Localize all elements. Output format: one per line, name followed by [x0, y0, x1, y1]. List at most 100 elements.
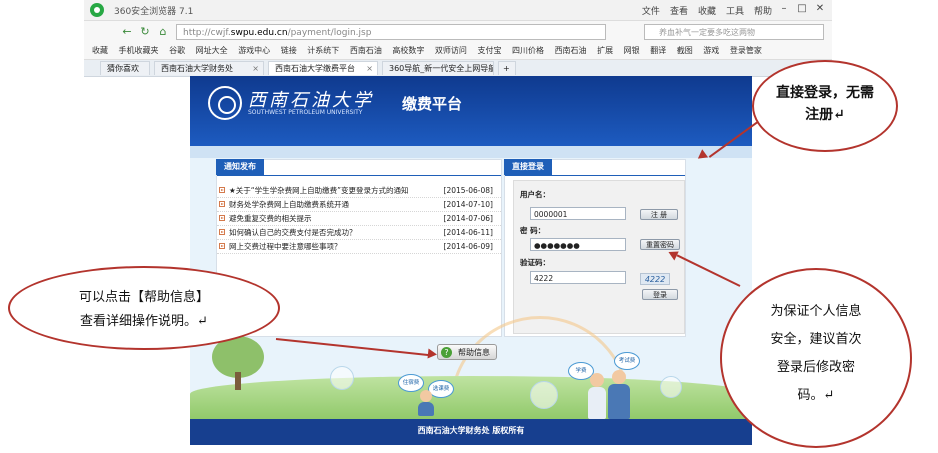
close-icon[interactable]: ✕: [812, 2, 828, 16]
bookmark-tool[interactable]: 截图: [677, 43, 693, 59]
news-list: ★关于“学生学杂费网上自助缴费”变更登录方式的通知 [2015-06-08] 财务…: [217, 184, 501, 254]
annotation-line: 码。↵: [797, 388, 835, 403]
tab-payment-platform[interactable]: 西南石油大学缴费平台 ×: [268, 61, 378, 75]
bookmark-tool[interactable]: 网银: [624, 43, 640, 59]
bullet-arrow-icon: [219, 201, 225, 207]
annotation-security-tip: 为保证个人信息 安全，建议首次 登录后修改密 码。↵: [720, 268, 912, 448]
news-item[interactable]: 网上交费过程中要注意哪些事项？ [2014-06-09]: [217, 240, 501, 254]
panel-divider: [217, 175, 501, 176]
student-figure: [420, 390, 432, 402]
bookmark-tool[interactable]: 登录管家: [730, 43, 762, 59]
back-icon[interactable]: ←: [120, 25, 134, 39]
news-date: [2014-07-10]: [443, 200, 493, 209]
login-form: 用户名： 0000001 注 册 密 码： ●●●●●●● 重置密码 验证码： …: [513, 180, 685, 334]
login-panel-title: 直接登录: [504, 159, 552, 175]
bullet-arrow-icon: [219, 243, 225, 249]
password-input[interactable]: ●●●●●●●: [530, 238, 626, 251]
help-info-button[interactable]: ? 帮助信息: [437, 344, 497, 360]
tab-360-nav[interactable]: 360导航_新一代安全上网导航×: [382, 61, 494, 75]
minimize-icon[interactable]: –: [776, 2, 792, 16]
news-title[interactable]: ★关于“学生学杂费网上自助缴费”变更登录方式的通知: [229, 184, 443, 197]
help-button-label: 帮助信息: [458, 348, 490, 357]
password-label: 密 码：: [520, 226, 546, 235]
bookmark-item[interactable]: 网址大全: [196, 43, 228, 59]
annotation-line: 为保证个人信息: [770, 304, 862, 319]
tab-label: 360导航_新一代安全上网导航: [389, 64, 494, 73]
news-item[interactable]: 如何确认自己的交费支付是否完成功？ [2014-06-11]: [217, 226, 501, 240]
bookmark-item[interactable]: 高校数字: [392, 43, 424, 59]
search-placeholder: 养血补气一定要多吃这两物: [659, 28, 755, 37]
bullet-arrow-icon: [219, 215, 225, 221]
bookmark-item[interactable]: 谷歌: [169, 43, 185, 59]
menu-view[interactable]: 查看: [670, 4, 688, 17]
menu-help[interactable]: 帮助: [754, 4, 772, 17]
bookmark-tool[interactable]: 翻译: [650, 43, 666, 59]
annotation-arrowhead-icon: [427, 348, 438, 360]
student-figure: [590, 373, 604, 387]
tab-guess[interactable]: 猜你喜欢: [100, 61, 150, 75]
bookmark-item[interactable]: 西南石油: [350, 43, 382, 59]
news-title[interactable]: 如何确认自己的交费支付是否完成功？: [229, 226, 443, 239]
username-input[interactable]: 0000001: [530, 207, 626, 220]
panel-divider: [505, 175, 685, 176]
maximize-icon[interactable]: □: [794, 2, 810, 16]
bullet-arrow-icon: [219, 187, 225, 193]
tab-close-icon[interactable]: ×: [252, 62, 259, 75]
menu-tools[interactable]: 工具: [726, 4, 744, 17]
captcha-input[interactable]: 4222: [530, 271, 626, 284]
bookmark-item[interactable]: 游戏中心: [238, 43, 270, 59]
bookmark-item[interactable]: 支付宝: [477, 43, 501, 59]
site-footer: 西南石油大学财务处 版权所有: [190, 419, 752, 445]
bullet-arrow-icon: [219, 229, 225, 235]
tab-close-icon[interactable]: ×: [366, 62, 373, 75]
home-icon[interactable]: ⌂: [156, 25, 170, 39]
news-title[interactable]: 财务处学杂费网上自助缴费系统开通: [229, 198, 443, 211]
news-panel-title: 通知发布: [216, 159, 264, 175]
register-button[interactable]: 注 册: [640, 209, 678, 220]
student-figure: [612, 370, 626, 384]
student-figure: [418, 402, 434, 416]
annotation-text: 可以点击【帮助信息】 查看详细操作说明。↵: [10, 286, 278, 334]
bookmark-item[interactable]: 双师访问: [435, 43, 467, 59]
fee-bubble: 住宿费: [398, 374, 424, 392]
news-item[interactable]: 财务处学杂费网上自助缴费系统开通 [2014-07-10]: [217, 198, 501, 212]
browser-menu: 文件 查看 收藏 工具 帮助: [642, 4, 772, 17]
browser-logo-icon: [90, 3, 104, 17]
fee-bubble: 考试费: [614, 352, 640, 370]
bookmark-item[interactable]: 计系统下: [307, 43, 339, 59]
news-date: [2014-07-06]: [443, 214, 493, 223]
login-button[interactable]: 登录: [642, 289, 678, 300]
bookmark-item[interactable]: 手机收藏夹: [119, 43, 159, 59]
search-input[interactable]: 养血补气一定要多吃这两物: [644, 24, 824, 40]
browser-title: 360安全浏览器 7.1: [114, 7, 194, 17]
bookmark-item[interactable]: 西南石油: [555, 43, 587, 59]
news-item[interactable]: 避免重复交费的相关提示 [2014-07-06]: [217, 212, 501, 226]
browser-titlebar: 360安全浏览器 7.1 文件 查看 收藏 工具 帮助 – □ ✕: [84, 0, 832, 21]
captcha-image[interactable]: 4222: [640, 273, 670, 285]
footer-copyright: 西南石油大学财务处 版权所有: [417, 425, 525, 435]
bookmark-tool[interactable]: 游戏: [703, 43, 719, 59]
help-icon: ?: [441, 347, 452, 358]
news-title[interactable]: 避免重复交费的相关提示: [229, 212, 443, 225]
login-panel: 直接登录 用户名： 0000001 注 册 密 码： ●●●●●●● 重置密码 …: [504, 159, 686, 337]
news-title[interactable]: 网上交费过程中要注意哪些事项？: [229, 240, 443, 253]
student-figure: [588, 387, 606, 419]
address-bar[interactable]: http://cwjf.swpu.edu.cn/payment/login.js…: [176, 24, 606, 40]
site-header: 西南石油大学 SOUTHWEST PETROLEUM UNIVERSITY 缴费…: [190, 76, 752, 146]
header-divider: [190, 146, 752, 158]
username-label: 用户名：: [520, 190, 550, 199]
tab-strip: 猜你喜欢 西南石油大学财务处 × 西南石油大学缴费平台 × 360导航_新一代安全上…: [84, 60, 832, 77]
refresh-icon[interactable]: ↻: [138, 25, 152, 39]
news-date: [2014-06-09]: [443, 242, 493, 251]
bookmark-item[interactable]: 链接: [281, 43, 297, 59]
bookmark-tool[interactable]: 扩展: [597, 43, 613, 59]
menu-file[interactable]: 文件: [642, 4, 660, 17]
new-tab-button[interactable]: +: [498, 61, 516, 75]
bookmark-item[interactable]: 四川价格: [512, 43, 544, 59]
tab-finance-office[interactable]: 西南石油大学财务处 ×: [154, 61, 264, 75]
bookmark-item[interactable]: 收藏: [92, 43, 108, 59]
news-item[interactable]: ★关于“学生学杂费网上自助缴费”变更登录方式的通知 [2015-06-08]: [217, 184, 501, 198]
menu-favorites[interactable]: 收藏: [698, 4, 716, 17]
bubble-decoration: [530, 381, 558, 409]
tree-trunk-decoration: [235, 372, 241, 390]
